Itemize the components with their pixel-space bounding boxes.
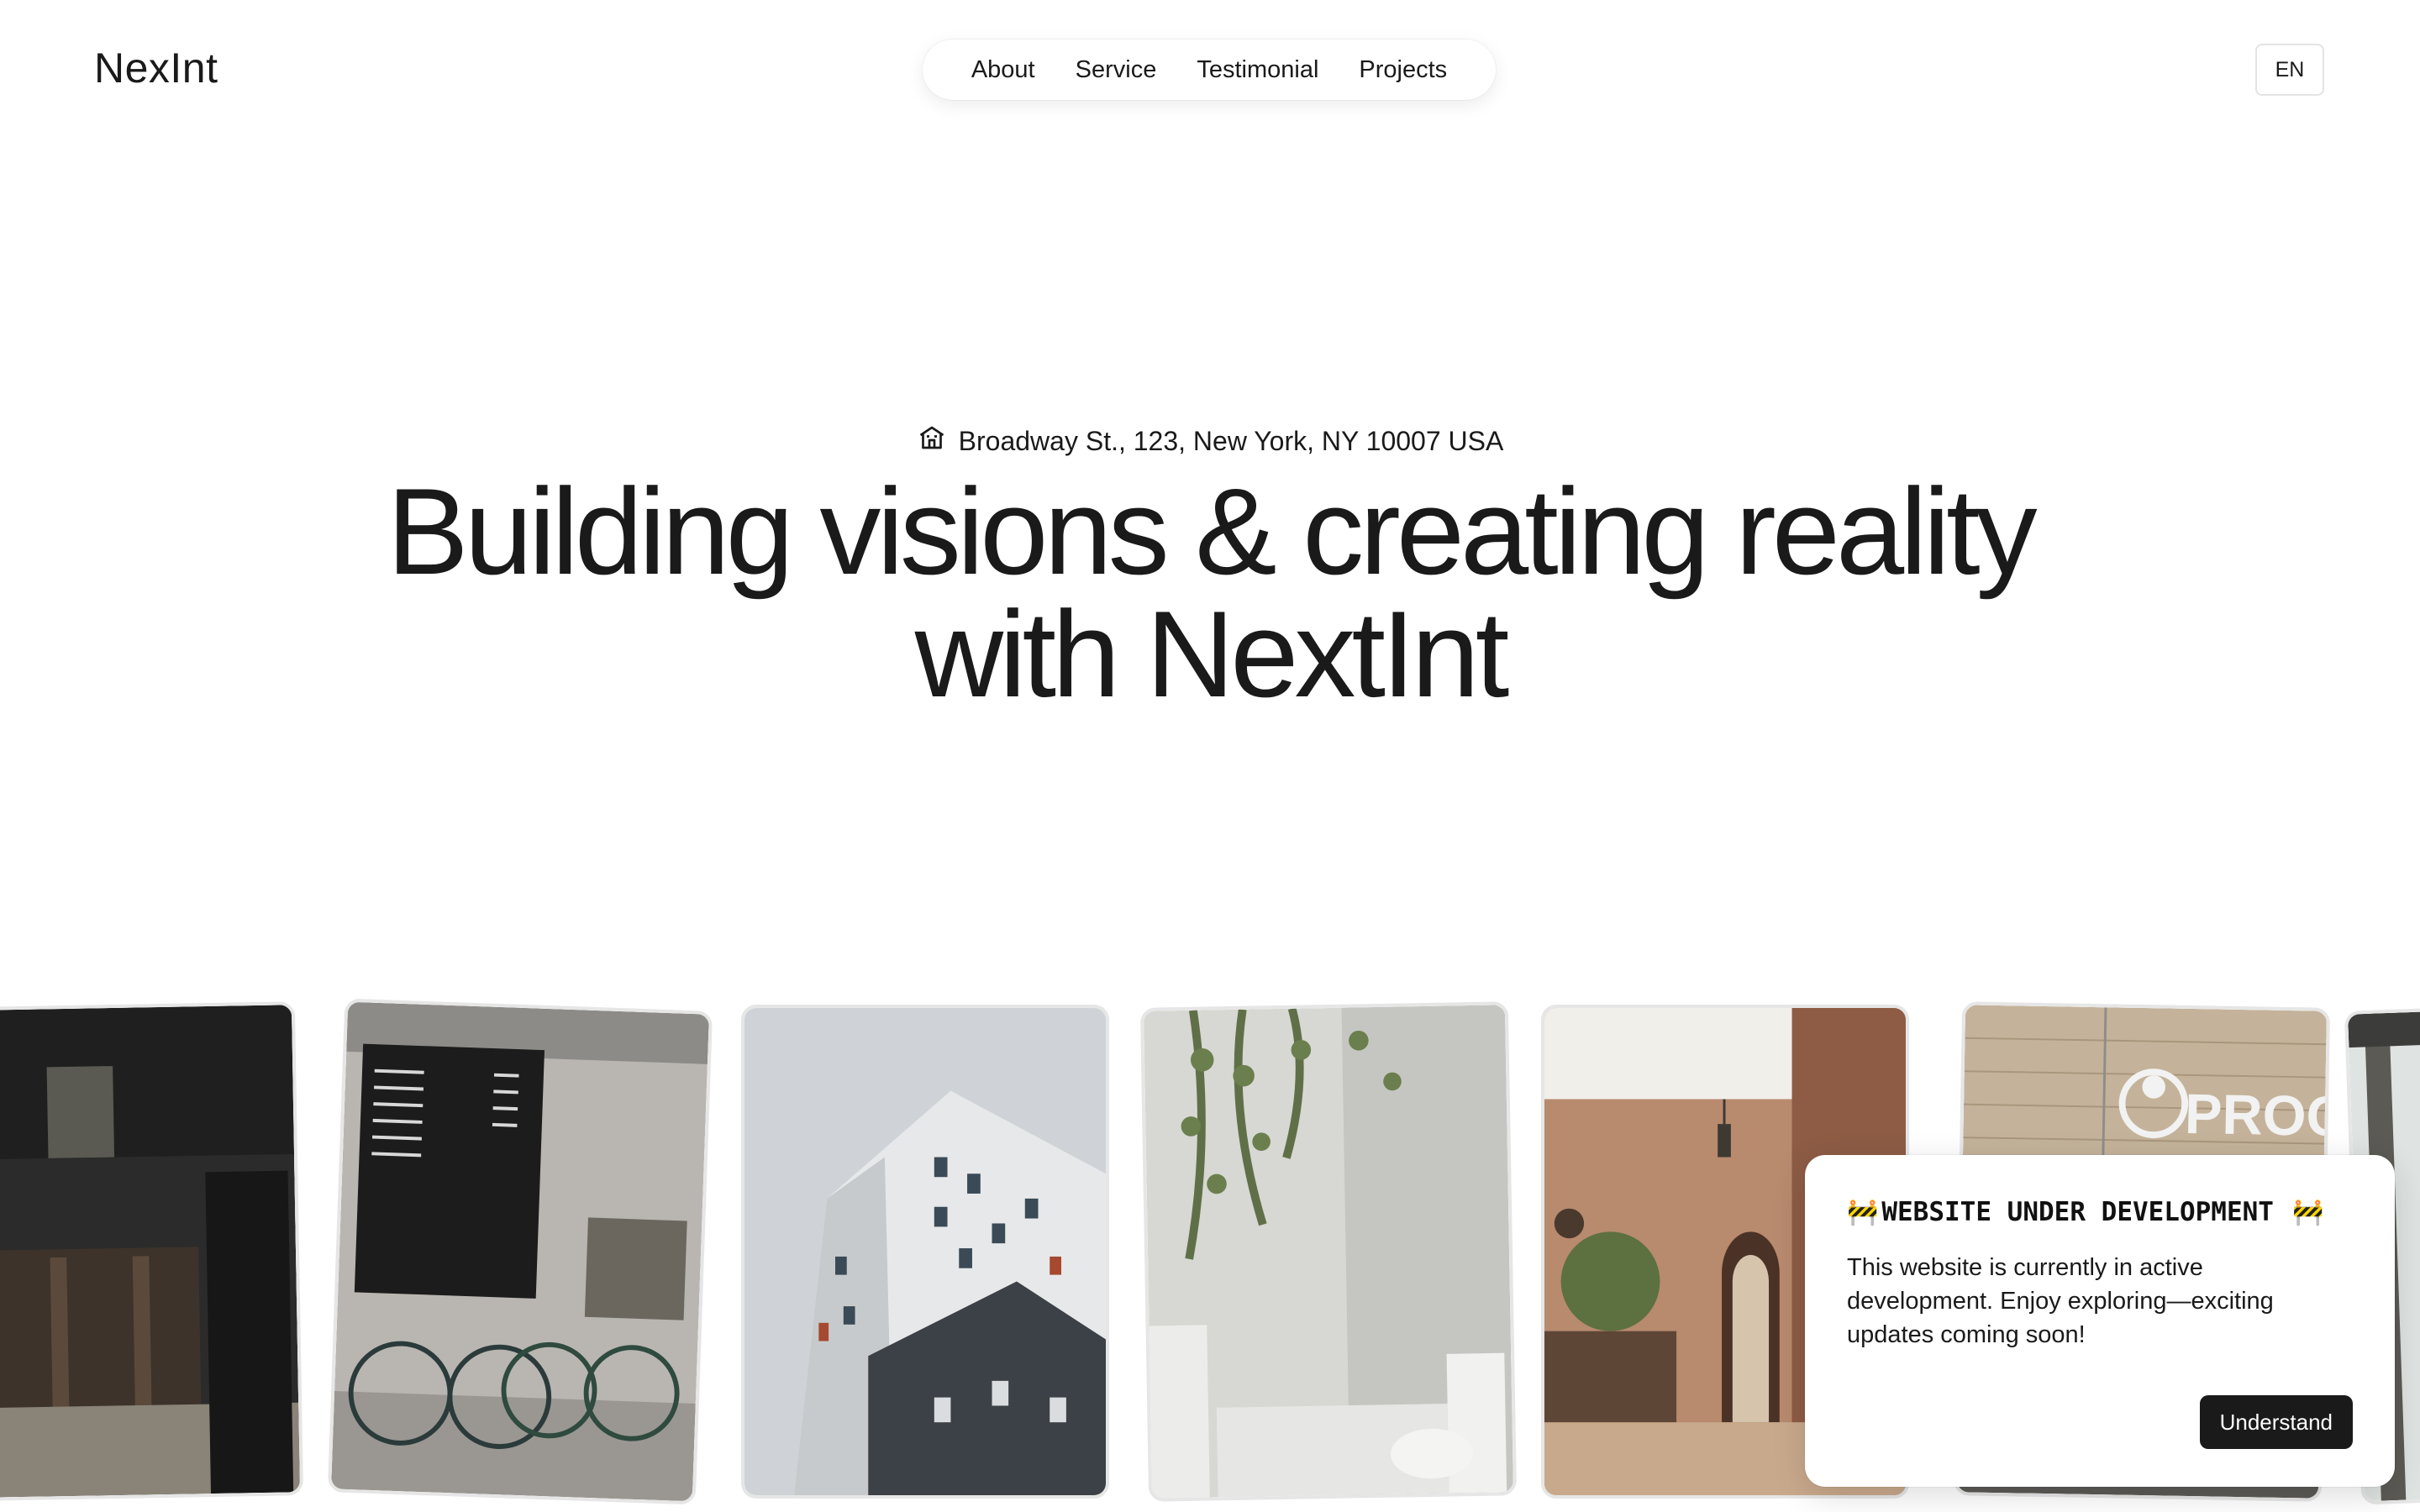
language-button[interactable]: EN [2255, 44, 2324, 96]
modern-building-facade-photo [741, 1005, 1109, 1499]
cafe-with-bicycles-photo [327, 998, 713, 1505]
main-nav: About Service Testimonial Projects [923, 39, 1496, 100]
page: NexInt About Service Testimonial Project… [0, 0, 2420, 1512]
construction-icon: 🚧 [2276, 1197, 2324, 1227]
nav-projects[interactable]: Projects [1359, 56, 1447, 84]
notice-body: This website is currently in active deve… [1847, 1254, 2274, 1348]
building-icon [917, 423, 947, 459]
hero-headline: Building visions & creating reality with… [252, 470, 2168, 716]
nav-testimonial[interactable]: Testimonial [1197, 56, 1318, 84]
notice-title: 🚧 WEBSITE UNDER DEVELOPMENT 🚧 [1847, 1197, 2353, 1227]
development-notice: 🚧 WEBSITE UNDER DEVELOPMENT 🚧 This websi… [1805, 1155, 2395, 1487]
understand-button[interactable]: Understand [2199, 1395, 2353, 1449]
headline-line-2: with NextInt [914, 585, 1510, 722]
headline-line-1: Building visions & creating reality [387, 463, 2037, 600]
sign-text: PROC [2184, 1083, 2327, 1149]
address-text: Broadway St., 123, New York, NY 10007 US… [958, 425, 1504, 456]
construction-icon: 🚧 [1847, 1197, 1879, 1227]
notice-title-text: WEBSITE UNDER DEVELOPMENT [1881, 1197, 2274, 1227]
nav-about[interactable]: About [971, 56, 1035, 84]
nav-service[interactable]: Service [1076, 56, 1157, 84]
dark-wood-cabin-photo [0, 1001, 304, 1502]
logo[interactable]: NexInt [94, 44, 218, 92]
marble-shower-with-plants-photo [1139, 1001, 1518, 1502]
address: Broadway St., 123, New York, NY 10007 US… [0, 423, 2420, 459]
